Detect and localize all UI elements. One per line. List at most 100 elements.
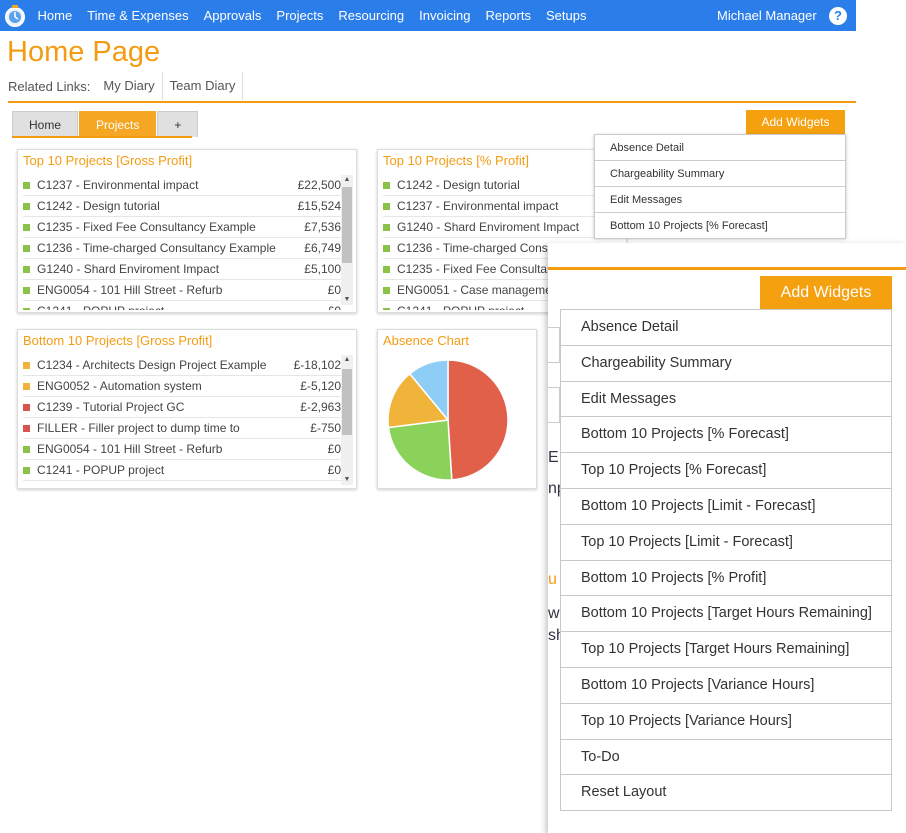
add-widgets-dropdown-zoomed: Absence Detail Chargeability Summary Edit …	[560, 309, 892, 812]
scroll-down-icon[interactable]: ▼	[341, 475, 353, 485]
project-name: C1236 - Time-charged Consultancy Example	[37, 241, 276, 255]
project-list: C1237 - Environmental impact £22,500 C1242…	[23, 175, 343, 310]
project-name: C1242 - Design tutorial	[397, 178, 520, 192]
table-row[interactable]: C1242 - Design tutorial £15,524	[23, 196, 343, 217]
add-widgets-button-zoomed[interactable]: Add Widgets	[760, 276, 892, 310]
table-row[interactable]: G1240 - Shard Enviroment Impact	[383, 217, 623, 238]
project-name: ENG0054 - 101 Hill Street - Refurb	[37, 442, 223, 456]
user-menu[interactable]: Michael Manager	[717, 0, 817, 31]
project-name: C1235 - Fixed Fee Consultancy Example	[37, 220, 256, 234]
menu-item[interactable]: Absence Detail	[594, 134, 846, 161]
tab-add[interactable]: +	[157, 111, 199, 137]
tab-projects[interactable]: Projects	[79, 111, 157, 137]
menu-item[interactable]: To-Do	[560, 738, 892, 776]
pie-slice-0[interactable]	[447, 359, 509, 481]
widget-title: Top 10 Projects [% Profit]	[383, 153, 529, 168]
menu-item[interactable]: Reset Layout	[560, 774, 892, 812]
status-square-icon	[23, 202, 30, 210]
link-team-diary[interactable]: Team Diary	[163, 72, 244, 100]
status-square-icon	[383, 286, 390, 294]
status-square-icon	[23, 445, 30, 453]
table-row[interactable]: C1235 - Fixed Fee Consultancy Example £7,…	[23, 217, 343, 238]
scroll-thumb[interactable]	[342, 187, 352, 263]
related-links-label: Related Links:	[8, 78, 91, 94]
menu-item[interactable]: Bottom 10 Projects [Target Hours Remaini…	[560, 595, 892, 633]
table-row[interactable]: ENG0054 - 101 Hill Street - Refurb £0	[23, 439, 343, 460]
status-square-icon	[23, 286, 30, 294]
project-value: £-5,120	[300, 379, 341, 393]
background-widget-edge	[548, 327, 560, 363]
scroll-up-icon[interactable]: ▲	[341, 355, 353, 365]
nav-projects[interactable]: Projects	[269, 0, 331, 31]
status-square-icon	[383, 181, 390, 189]
menu-item[interactable]: Bottom 10 Projects [% Forecast]	[594, 212, 846, 239]
nav-home[interactable]: Home	[30, 0, 80, 31]
menu-item[interactable]: Absence Detail	[560, 309, 892, 346]
menu-item[interactable]: Bottom 10 Projects [% Profit]	[560, 559, 892, 597]
zoomed-add-widgets-panel: Add Widgets E: np u w sh Absence Detail C…	[548, 243, 906, 833]
menu-item[interactable]: Top 10 Projects [Target Hours Remaining]	[560, 631, 892, 668]
table-row[interactable]: C1234 - Architects Design Project Exampl…	[23, 355, 343, 376]
project-name: C1241 - POPUP project	[37, 463, 165, 477]
widget-bottom-10-gross-profit: Bottom 10 Projects [Gross Profit] C1234 …	[17, 329, 357, 489]
background-widget-edge	[548, 387, 560, 423]
menu-item[interactable]: Chargeability Summary	[560, 344, 892, 382]
tab-underline	[12, 136, 192, 138]
table-row[interactable]: ENG0054 - 101 Hill Street - Refurb £0	[23, 280, 343, 301]
table-row[interactable]: C1237 - Environmental impact £22,500	[23, 175, 343, 196]
table-row[interactable]: G1240 - Shard Enviroment Impact £5,100	[23, 259, 343, 280]
project-name: ENG0051 - Case management	[37, 484, 322, 486]
scroll-thumb[interactable]	[342, 369, 352, 435]
table-row[interactable]: C1239 - Tutorial Project GC £-2,963	[23, 397, 343, 418]
nav-reports[interactable]: Reports	[478, 0, 539, 31]
status-square-icon	[23, 223, 30, 231]
status-square-icon	[383, 202, 390, 210]
table-row[interactable]: ENG0052 - Automation system £-5,120	[23, 376, 343, 397]
nav-approvals[interactable]: Approvals	[196, 0, 269, 31]
menu-item[interactable]: Bottom 10 Projects [Variance Hours]	[560, 666, 892, 704]
background-text-fragment: u	[548, 571, 557, 588]
table-row[interactable]: C1241 - POPUP project£0	[23, 460, 343, 481]
absence-pie-chart[interactable]	[378, 352, 538, 492]
menu-item[interactable]: Edit Messages	[594, 186, 846, 213]
table-row[interactable]: ENG0051 - Case management£0	[23, 481, 343, 486]
nav-setups[interactable]: Setups	[538, 0, 593, 31]
pie-slice-1[interactable]	[387, 419, 453, 481]
nav-time-expenses[interactable]: Time & Expenses	[80, 0, 196, 31]
menu-item[interactable]: Top 10 Projects [Variance Hours]	[560, 702, 892, 740]
project-name: ENG0052 - Automation system	[37, 379, 202, 393]
menu-item[interactable]: Bottom 10 Projects [Limit - Forecast]	[560, 487, 892, 525]
scrollbar[interactable]: ▲ ▼	[341, 355, 353, 485]
nav-invoicing[interactable]: Invoicing	[412, 0, 478, 31]
status-square-icon	[383, 244, 390, 252]
table-row[interactable]: C1242 - Design tutorial	[383, 175, 623, 196]
menu-item[interactable]: Top 10 Projects [% Forecast]	[560, 452, 892, 489]
project-name: ENG0054 - 101 Hill Street - Refurb	[37, 283, 223, 297]
widget-absence-chart: Absence Chart	[377, 329, 537, 489]
project-name: FILLER - Filler project to dump time to	[37, 421, 240, 435]
nav-resourcing[interactable]: Resourcing	[331, 0, 412, 31]
table-row[interactable]: C1237 - Environmental impact	[383, 196, 623, 217]
menu-item[interactable]: Bottom 10 Projects [% Forecast]	[560, 416, 892, 454]
status-square-icon	[23, 382, 30, 390]
project-value: £0	[322, 304, 343, 310]
help-icon[interactable]: ?	[829, 7, 847, 25]
add-widgets-button[interactable]: Add Widgets	[746, 110, 845, 135]
scrollbar[interactable]: ▲ ▼	[341, 175, 353, 305]
menu-item[interactable]: Top 10 Projects [Limit - Forecast]	[560, 523, 892, 561]
tab-home[interactable]: Home	[12, 111, 79, 137]
scroll-up-icon[interactable]: ▲	[341, 175, 353, 185]
widget-title: Absence Chart	[383, 333, 469, 348]
project-name: C1239 - Tutorial Project GC	[37, 400, 185, 414]
app-logo-icon[interactable]	[3, 3, 28, 28]
table-row[interactable]: C1236 - Time-charged Consultancy Example…	[23, 238, 343, 259]
menu-item[interactable]: Edit Messages	[560, 380, 892, 418]
project-value: £22,500	[297, 178, 341, 192]
table-row[interactable]: FILLER - Filler project to dump time to £…	[23, 418, 343, 439]
scroll-down-icon[interactable]: ▼	[341, 295, 353, 305]
menu-item[interactable]: Chargeability Summary	[594, 160, 846, 187]
link-my-diary[interactable]: My Diary	[96, 72, 163, 100]
table-row[interactable]: C1241 - POPUP project£0	[23, 301, 343, 310]
status-square-icon	[23, 244, 30, 252]
status-square-icon	[23, 403, 30, 411]
